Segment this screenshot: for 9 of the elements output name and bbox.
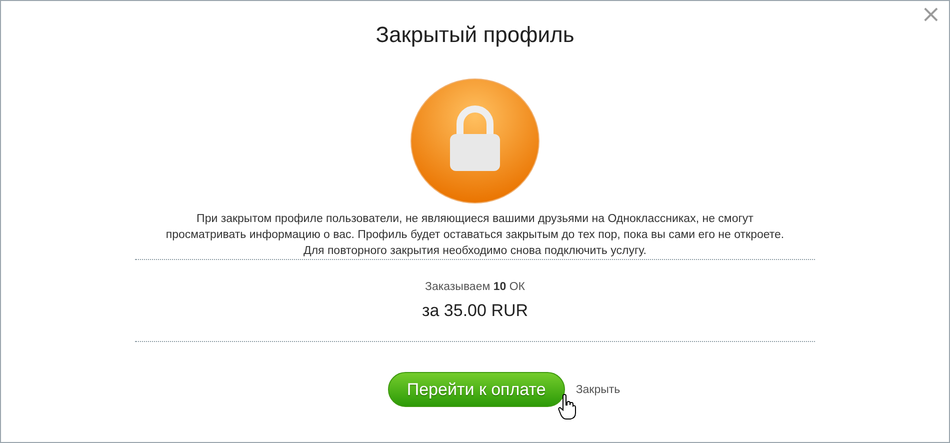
- order-text: Заказываем 10 ОК: [425, 280, 525, 294]
- price-text: за 35.00 RUR: [422, 300, 528, 322]
- description-text: При закрытом профиле пользователи, не являющиеся вашими друзьями на Одноклассниках, не смогут просматривать информацию о вас. Профиль будет оставаться закрытым до тех пор, пока вы сами его не откроете. Для повторного закрытия необходимо снова подключить услугу.: [166, 212, 784, 259]
- padlock-icon: [410, 78, 540, 204]
- hand-pointer-icon: [558, 394, 576, 420]
- pay-button[interactable]: Перейти к оплате: [388, 372, 565, 407]
- close-link[interactable]: Закрыть: [576, 384, 620, 396]
- close-button[interactable]: ×: [918, 3, 943, 25]
- dialog-title: Закрытый профиль: [376, 21, 574, 49]
